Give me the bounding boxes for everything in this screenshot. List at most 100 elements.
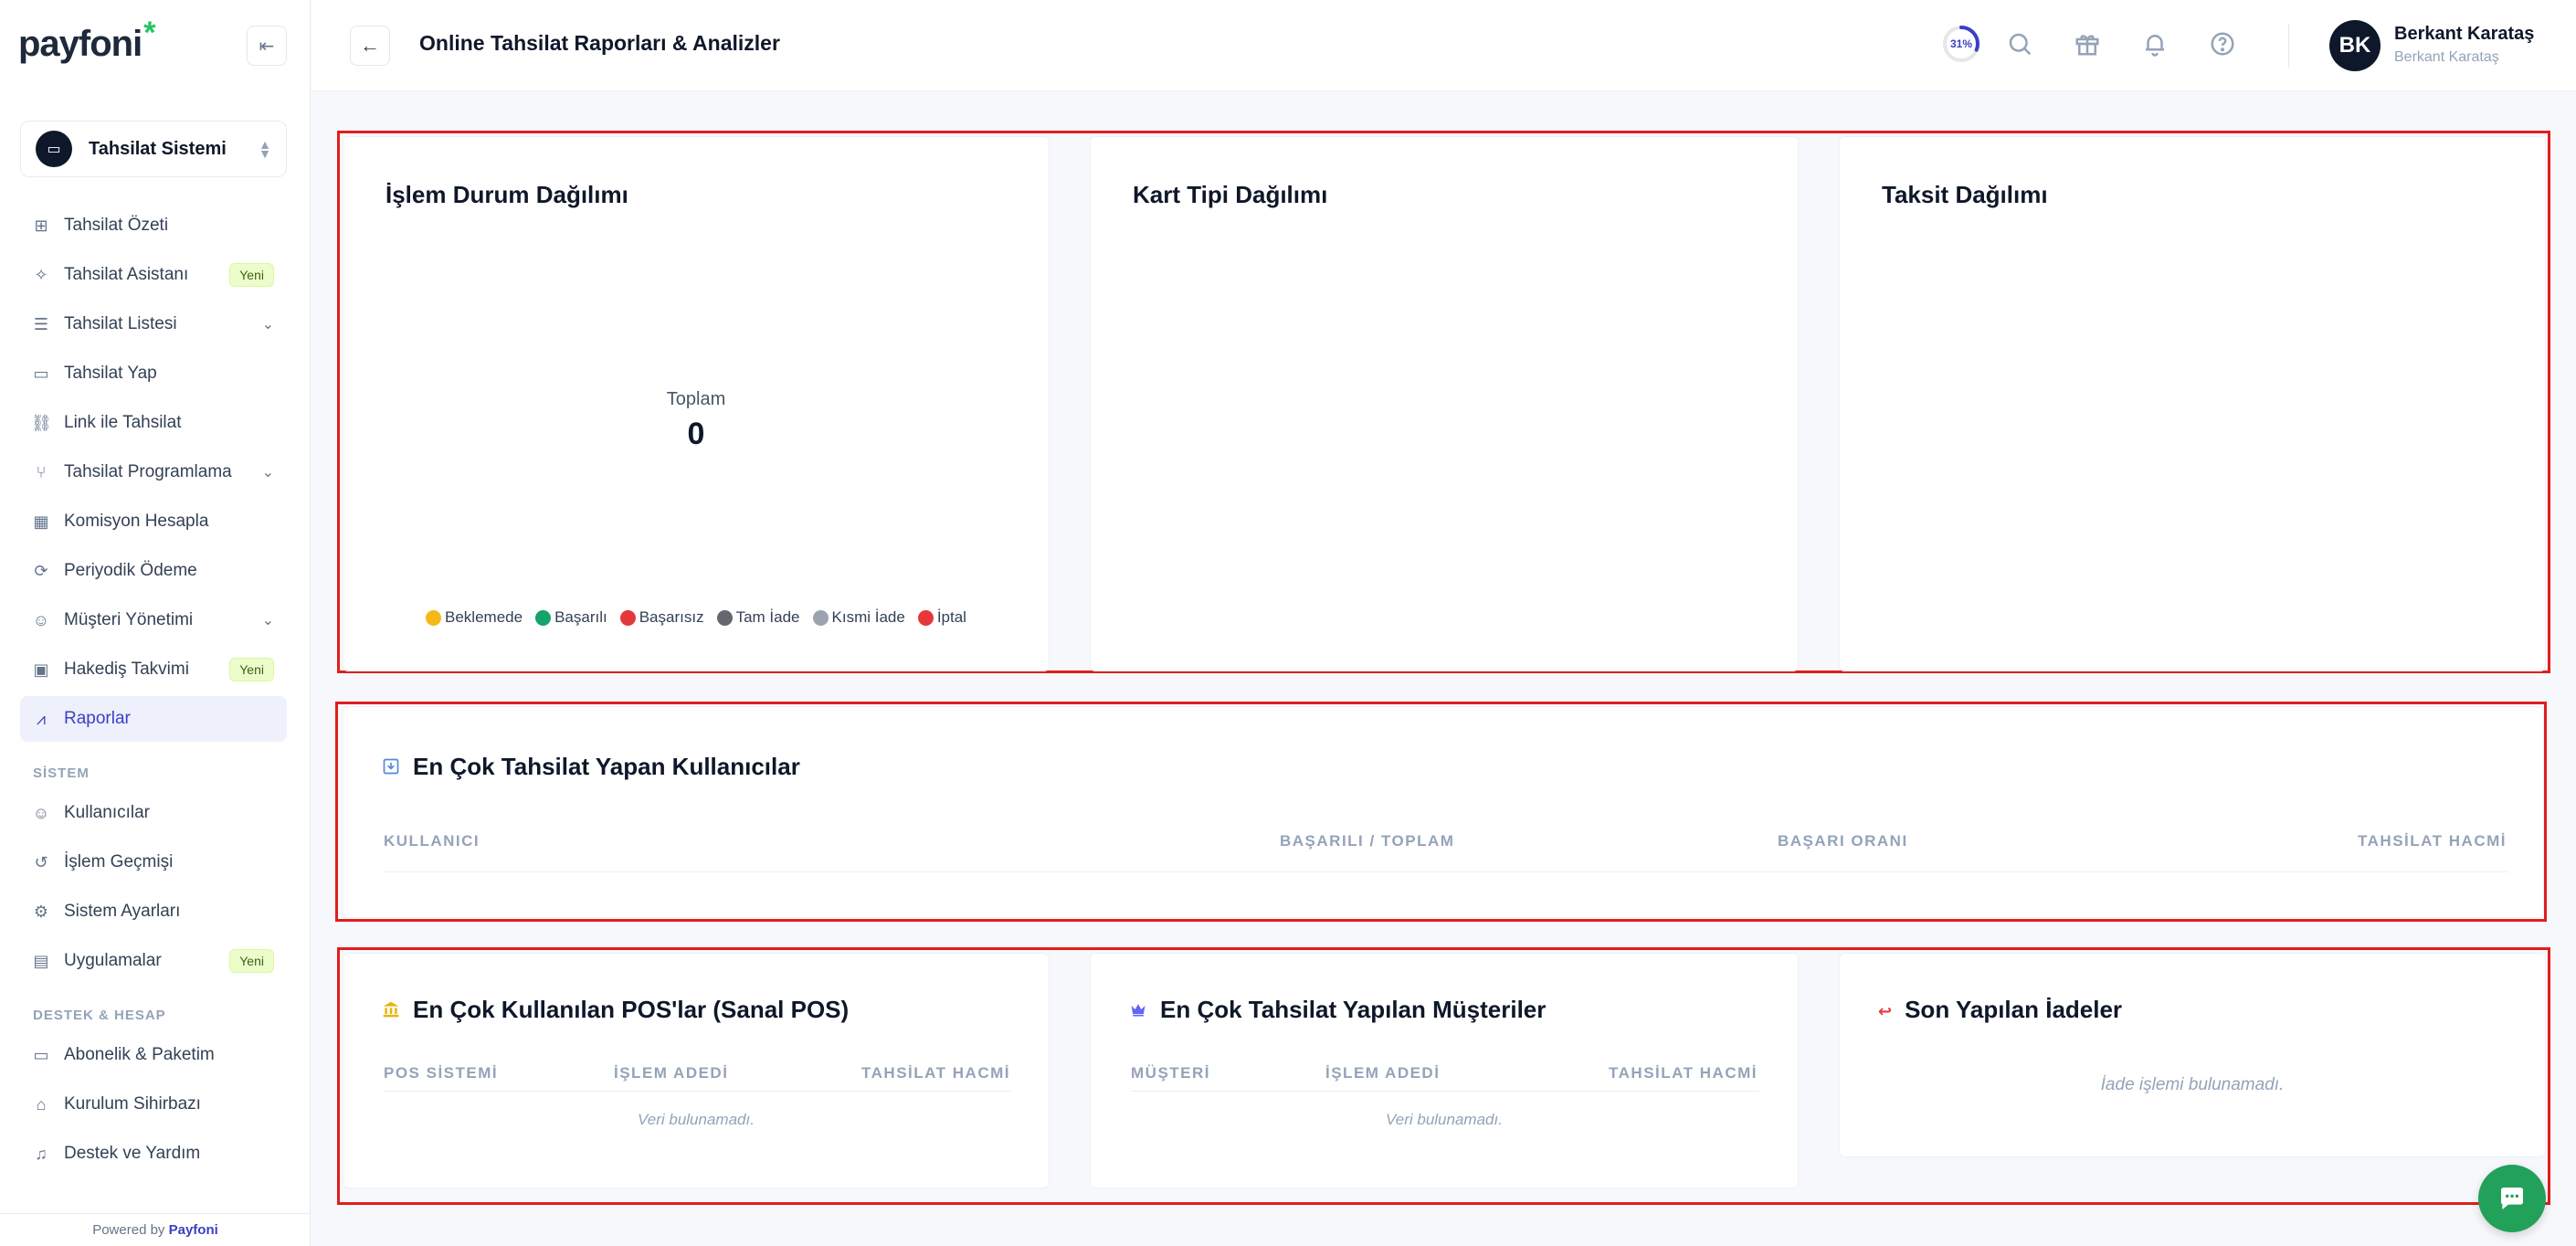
- sidebar-item-label: Sistem Ayarları: [64, 902, 181, 921]
- sidebar-item-label: İşlem Geçmişi: [64, 852, 174, 871]
- sidebar-item-tahsilat-listesi[interactable]: ☰ Tahsilat Listesi ⌄: [20, 301, 287, 347]
- chevron-down-icon[interactable]: ⌄: [262, 611, 274, 629]
- column-user: KULLANICI: [384, 832, 480, 850]
- user-icon: ☺: [32, 803, 50, 822]
- legend-label: Kısmi İade: [831, 608, 905, 626]
- chat-button[interactable]: [2478, 1165, 2546, 1232]
- card-type-distribution-title: Kart Tipi Dağılımı: [1133, 181, 1328, 208]
- users-icon: ☺: [32, 610, 50, 629]
- collapse-sidebar-button[interactable]: ⇤: [247, 26, 287, 66]
- sidebar-item-uygulamalar[interactable]: ▤ Uygulamalar Yeni: [20, 938, 287, 984]
- gift-icon[interactable]: [2071, 27, 2104, 60]
- top-users-title: En Çok Tahsilat Yapan Kullanıcılar: [413, 753, 800, 780]
- workspace-selector[interactable]: ▭ Tahsilat Sistemi ▲ ▼: [20, 121, 287, 177]
- branch-icon: ⑂: [36, 462, 47, 481]
- sidebar-item-destek-ve-yardim[interactable]: ♫ Destek ve Yardım: [20, 1131, 287, 1177]
- sidebar-item-label: Hakediş Takvimi: [64, 660, 189, 679]
- sidebar-item-tahsilat-programlama[interactable]: ⑂ Tahsilat Programlama ⌄: [20, 449, 287, 495]
- sidebar-item-label: Raporlar: [64, 709, 131, 728]
- column-customer: MÜŞTERİ: [1131, 1064, 1210, 1082]
- legend-label: Beklemede: [445, 608, 523, 626]
- table-divider: [384, 871, 2508, 872]
- top-customers-title: En Çok Tahsilat Yapılan Müşteriler: [1160, 996, 1547, 1023]
- legend-item-iptal[interactable]: İptal: [917, 608, 966, 627]
- sidebar-item-tahsilat-asistani[interactable]: ✧ Tahsilat Asistanı Yeni: [20, 252, 287, 298]
- calculator-icon: ▦: [33, 512, 49, 531]
- column-success-total: BAŞARILI / TOPLAM: [1280, 832, 1455, 850]
- legend-label: Tam İade: [735, 608, 800, 626]
- sidebar: payfoni* ⇤ ▭ Tahsilat Sistemi ▲ ▼ ⊞ Tahsil…: [0, 0, 311, 1246]
- header-divider: [2288, 24, 2289, 68]
- setup-progress-ring[interactable]: 31%: [1941, 24, 1981, 64]
- apps-icon: ▤: [33, 951, 49, 970]
- sidebar-item-komisyon-hesapla[interactable]: ▦ Komisyon Hesapla: [20, 499, 287, 544]
- user-name[interactable]: Berkant Karataş: [2394, 24, 2534, 45]
- sidebar-item-tahsilat-yap[interactable]: ▭ Tahsilat Yap: [20, 351, 287, 396]
- card-type-distribution-card: Kart Tipi Dağılımı: [1090, 136, 1799, 671]
- calendar-icon: ▣: [33, 660, 49, 679]
- sidebar-item-abonelik-paketim[interactable]: ▭ Abonelik & Paketim: [20, 1032, 287, 1078]
- chat-icon: [2501, 1188, 2523, 1209]
- sidebar-item-kullanicilar[interactable]: ☺ Kullanıcılar: [20, 790, 287, 836]
- sidebar-item-label: Kullanıcılar: [64, 803, 150, 822]
- top-header: ← Online Tahsilat Raporları & Analizler …: [311, 0, 2576, 91]
- column-collection-volume: TAHSİLAT HACMİ: [1609, 1064, 1758, 1082]
- top-users-card: En Çok Tahsilat Yapan Kullanıcılar KULLA…: [343, 706, 2544, 918]
- table-divider: [1131, 1091, 1759, 1092]
- chevron-down-icon[interactable]: ⌄: [262, 315, 274, 333]
- sidebar-item-musteri-yonetimi[interactable]: ☺ Müşteri Yönetimi ⌄: [20, 597, 287, 643]
- legend-label: Başarılı: [554, 608, 607, 626]
- logo-star: *: [143, 16, 155, 50]
- legend-item-beklemede[interactable]: Beklemede: [426, 608, 523, 627]
- legend-label: Başarısız: [639, 608, 704, 626]
- workspace-label: Tahsilat Sistemi: [89, 138, 227, 159]
- sidebar-item-label: Tahsilat Programlama: [64, 462, 232, 481]
- status-distribution-title: İşlem Durum Dağılımı: [385, 181, 628, 208]
- payfoni-logo[interactable]: payfoni*: [18, 16, 155, 65]
- legend-item-basarili[interactable]: Başarılı: [535, 608, 607, 627]
- undo-icon: ↩: [1878, 1001, 1893, 1020]
- recent-refunds-title: Son Yapılan İadeler: [1905, 996, 2123, 1023]
- user-company: Berkant Karataş: [2394, 49, 2499, 65]
- link-icon: ⛓: [31, 413, 52, 432]
- sidebar-item-link-ile-tahsilat[interactable]: ⛓ Link ile Tahsilat: [20, 400, 287, 446]
- sidebar-section-label: SİSTEM: [33, 766, 90, 781]
- progress-text: 31%: [1949, 37, 1973, 50]
- top-customers-title-row: En Çok Tahsilat Yapılan Müşteriler: [1129, 996, 1546, 1024]
- status-distribution-card: İşlem Durum Dağılımı Toplam 0 Beklemede B…: [343, 136, 1050, 671]
- sidebar-item-sistem-ayarlari[interactable]: ⚙ Sistem Ayarları: [20, 889, 287, 934]
- sidebar-item-hakedis-takvimi[interactable]: ▣ Hakediş Takvimi Yeni: [20, 647, 287, 692]
- sidebar-item-label: Uygulamalar: [64, 951, 162, 970]
- column-transaction-count: İŞLEM ADEDİ: [614, 1064, 729, 1082]
- bell-icon[interactable]: [2138, 27, 2171, 60]
- sidebar-item-tahsilat-ozeti[interactable]: ⊞ Tahsilat Özeti: [20, 203, 287, 248]
- powered-by: Powered by Payfoni: [0, 1213, 311, 1246]
- top-customers-card: En Çok Tahsilat Yapılan Müşteriler MÜŞTE…: [1090, 953, 1799, 1188]
- headset-icon: ♫: [35, 1144, 48, 1163]
- chevron-down-icon[interactable]: ⌄: [262, 463, 274, 481]
- sidebar-item-islem-gecmisi[interactable]: ↺ İşlem Geçmişi: [20, 839, 287, 885]
- sidebar-item-label: Müşteri Yönetimi: [64, 610, 194, 629]
- legend-item-tam-iade[interactable]: Tam İade: [716, 608, 800, 627]
- installment-distribution-card: Taksit Dağılımı: [1839, 136, 2546, 671]
- sidebar-item-label: Destek ve Yardım: [64, 1144, 201, 1163]
- powered-brand[interactable]: Payfoni: [169, 1222, 218, 1238]
- new-badge: Yeni: [229, 263, 274, 287]
- top-pos-title: En Çok Kullanılan POS'lar (Sanal POS): [413, 996, 850, 1023]
- legend-dot: [426, 609, 442, 626]
- top-users-title-row: En Çok Tahsilat Yapan Kullanıcılar: [382, 753, 800, 781]
- sidebar-item-kurulum-sihirbazi[interactable]: ⌂ Kurulum Sihirbazı: [20, 1082, 287, 1127]
- back-button[interactable]: ←: [350, 26, 390, 66]
- sidebar-item-periyodik-odeme[interactable]: ⟳ Periyodik Ödeme: [20, 548, 287, 594]
- help-icon[interactable]: [2206, 27, 2239, 60]
- total-label: Toplam: [666, 389, 726, 409]
- bank-icon: [382, 1000, 400, 1023]
- column-collection-volume: TAHSİLAT HACMİ: [2358, 832, 2507, 850]
- sidebar-item-label: Tahsilat Özeti: [64, 216, 169, 235]
- avatar[interactable]: BK: [2329, 20, 2381, 71]
- sidebar-item-label: Komisyon Hesapla: [64, 512, 209, 531]
- sidebar-item-raporlar[interactable]: ⩘ Raporlar: [20, 696, 287, 742]
- legend-item-kismi-iade[interactable]: Kısmi İade: [812, 608, 905, 627]
- legend-item-basarisiz[interactable]: Başarısız: [619, 608, 704, 627]
- search-icon[interactable]: [2003, 27, 2036, 60]
